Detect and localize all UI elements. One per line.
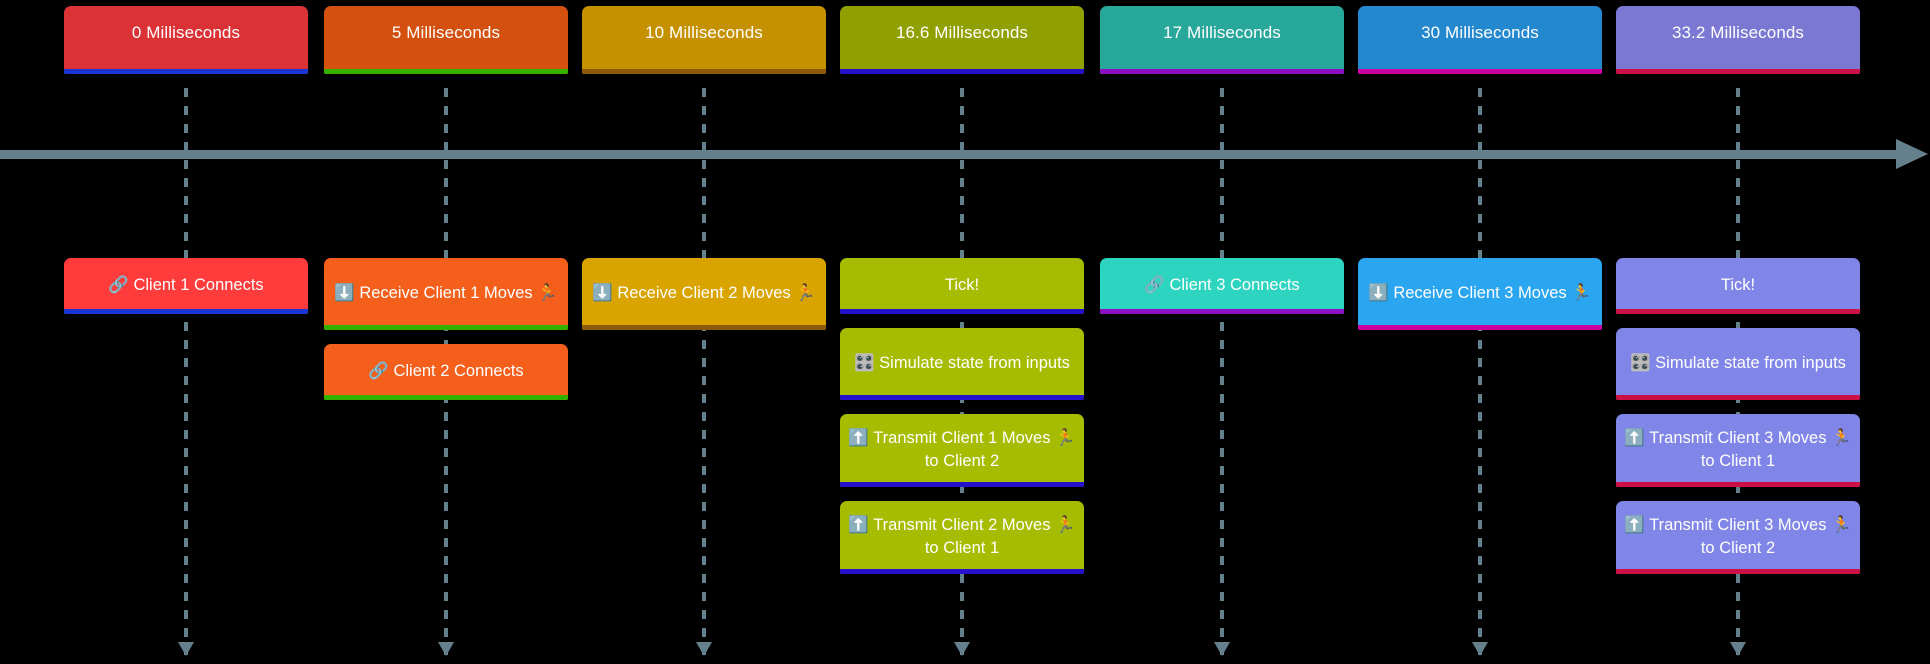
time-marker-label: 33.2 Milliseconds	[1671, 23, 1805, 42]
column-connector-line	[1220, 88, 1224, 658]
time-marker-label: 17 Milliseconds	[1163, 23, 1281, 42]
event-label: 🎛️ Simulate state from inputs	[1630, 354, 1846, 372]
event-accent-bar	[1616, 309, 1860, 314]
event-label: 🔗 Client 3 Connects	[1144, 276, 1300, 294]
time-marker-t10[interactable]: 10 Milliseconds	[582, 6, 826, 74]
column-connector-arrow-icon	[438, 642, 454, 656]
event-label: 🎛️ Simulate state from inputs	[854, 354, 1070, 372]
timeline-column-t0: 0 Milliseconds 🔗 Client 1 Connects	[62, 0, 310, 664]
column-connector-arrow-icon	[1472, 642, 1488, 656]
event-accent-bar	[1358, 325, 1602, 330]
event-label: ⬇️ Receive Client 2 Moves 🏃	[592, 284, 816, 302]
event-transmit-client-2-moves-to-client-1[interactable]: ⬆️ Transmit Client 2 Moves 🏃 to Client 1	[840, 501, 1084, 574]
event-transmit-client-1-moves-to-client-2[interactable]: ⬆️ Transmit Client 1 Moves 🏃 to Client 2	[840, 414, 1084, 487]
event-accent-bar	[324, 395, 568, 400]
event-label: ⬆️ Transmit Client 1 Moves 🏃 to Client 2	[848, 429, 1076, 470]
event-label: ⬇️ Receive Client 3 Moves 🏃	[1368, 284, 1592, 302]
event-stack: 🔗 Client 1 Connects	[64, 258, 308, 328]
time-marker-t33_2[interactable]: 33.2 Milliseconds	[1616, 6, 1860, 74]
event-label: ⬇️ Receive Client 1 Moves 🏃	[334, 284, 558, 302]
event-label: Tick!	[1720, 276, 1756, 294]
column-connector-line	[702, 88, 706, 658]
time-marker-label: 0 Milliseconds	[131, 23, 241, 42]
event-stack: ⬇️ Receive Client 3 Moves 🏃	[1358, 258, 1602, 344]
column-connector-arrow-icon	[178, 642, 194, 656]
time-marker-label: 10 Milliseconds	[645, 23, 763, 42]
event-label: ⬆️ Transmit Client 2 Moves 🏃 to Client 1	[848, 516, 1076, 557]
event-stack: ⬇️ Receive Client 1 Moves 🏃 🔗 Client 2 Co…	[324, 258, 568, 414]
event-accent-bar	[1616, 395, 1860, 400]
time-marker-accent-bar	[1100, 69, 1344, 74]
time-marker-t17[interactable]: 17 Milliseconds	[1100, 6, 1344, 74]
time-marker-t16_6[interactable]: 16.6 Milliseconds	[840, 6, 1084, 74]
timeline-column-t5: 5 Milliseconds ⬇️ Receive Client 1 Moves …	[322, 0, 570, 664]
timeline-column-t30: 30 Milliseconds ⬇️ Receive Client 3 Moves…	[1356, 0, 1604, 664]
time-marker-accent-bar	[64, 69, 308, 74]
event-simulate-state-from-inputs[interactable]: 🎛️ Simulate state from inputs	[840, 328, 1084, 400]
event-tick[interactable]: Tick!	[840, 258, 1084, 314]
event-client-3-connects[interactable]: 🔗 Client 3 Connects	[1100, 258, 1344, 314]
event-accent-bar	[1100, 309, 1344, 314]
timeline-column-t33_2: 33.2 Milliseconds Tick! 🎛️ Simulate state …	[1614, 0, 1862, 664]
event-accent-bar	[840, 395, 1084, 400]
event-accent-bar	[1616, 482, 1860, 487]
event-stack: Tick! 🎛️ Simulate state from inputs ⬆️ Tra…	[840, 258, 1084, 588]
event-accent-bar	[1616, 569, 1860, 574]
time-marker-t0[interactable]: 0 Milliseconds	[64, 6, 308, 74]
event-receive-client-1-moves[interactable]: ⬇️ Receive Client 1 Moves 🏃	[324, 258, 568, 330]
event-client-2-connects[interactable]: 🔗 Client 2 Connects	[324, 344, 568, 400]
event-transmit-client-3-moves-to-client-2[interactable]: ⬆️ Transmit Client 3 Moves 🏃 to Client 2	[1616, 501, 1860, 574]
event-label: ⬆️ Transmit Client 3 Moves 🏃 to Client 1	[1624, 429, 1852, 470]
time-marker-label: 30 Milliseconds	[1421, 23, 1539, 42]
timeline-column-t16_6: 16.6 Milliseconds Tick! 🎛️ Simulate state …	[838, 0, 1086, 664]
column-connector-arrow-icon	[1730, 642, 1746, 656]
column-connector-line	[1478, 88, 1482, 658]
time-marker-accent-bar	[1616, 69, 1860, 74]
time-marker-t5[interactable]: 5 Milliseconds	[324, 6, 568, 74]
time-marker-accent-bar	[840, 69, 1084, 74]
column-connector-arrow-icon	[696, 642, 712, 656]
event-tick[interactable]: Tick!	[1616, 258, 1860, 314]
column-connector-line	[184, 88, 188, 658]
event-accent-bar	[840, 309, 1084, 314]
time-marker-accent-bar	[1358, 69, 1602, 74]
event-label: 🔗 Client 2 Connects	[368, 362, 524, 380]
time-marker-label: 16.6 Milliseconds	[895, 23, 1029, 42]
event-label: Tick!	[944, 276, 980, 294]
event-accent-bar	[840, 569, 1084, 574]
timeline-column-t17: 17 Milliseconds 🔗 Client 3 Connects	[1098, 0, 1346, 664]
event-accent-bar	[582, 325, 826, 330]
time-marker-accent-bar	[324, 69, 568, 74]
timeline-diagram: 0 Milliseconds 🔗 Client 1 Connects 5 Milli…	[0, 0, 1930, 664]
column-connector-arrow-icon	[954, 642, 970, 656]
timeline-column-t10: 10 Milliseconds ⬇️ Receive Client 2 Moves…	[580, 0, 828, 664]
event-label: 🔗 Client 1 Connects	[108, 276, 264, 294]
event-stack: 🔗 Client 3 Connects	[1100, 258, 1344, 328]
event-client-1-connects[interactable]: 🔗 Client 1 Connects	[64, 258, 308, 314]
event-transmit-client-3-moves-to-client-1[interactable]: ⬆️ Transmit Client 3 Moves 🏃 to Client 1	[1616, 414, 1860, 487]
timeline-axis	[0, 150, 1898, 159]
event-accent-bar	[840, 482, 1084, 487]
time-marker-t30[interactable]: 30 Milliseconds	[1358, 6, 1602, 74]
event-accent-bar	[64, 309, 308, 314]
event-label: ⬆️ Transmit Client 3 Moves 🏃 to Client 2	[1624, 516, 1852, 557]
time-marker-label: 5 Milliseconds	[391, 23, 501, 42]
time-marker-accent-bar	[582, 69, 826, 74]
event-receive-client-3-moves[interactable]: ⬇️ Receive Client 3 Moves 🏃	[1358, 258, 1602, 330]
event-accent-bar	[324, 325, 568, 330]
event-stack: ⬇️ Receive Client 2 Moves 🏃	[582, 258, 826, 344]
event-stack: Tick! 🎛️ Simulate state from inputs ⬆️ Tra…	[1616, 258, 1860, 588]
event-simulate-state-from-inputs[interactable]: 🎛️ Simulate state from inputs	[1616, 328, 1860, 400]
event-receive-client-2-moves[interactable]: ⬇️ Receive Client 2 Moves 🏃	[582, 258, 826, 330]
timeline-axis-arrowhead	[1896, 139, 1928, 169]
column-connector-arrow-icon	[1214, 642, 1230, 656]
